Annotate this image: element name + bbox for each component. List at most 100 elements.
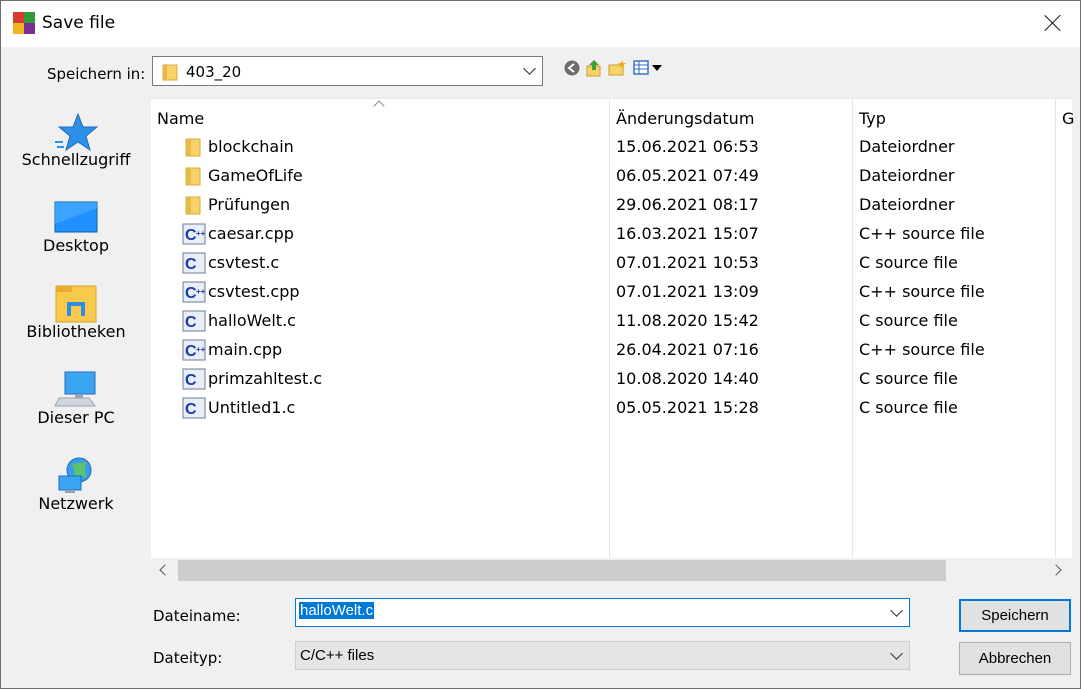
file-type: Dateiordner — [859, 137, 955, 156]
file-type: C++ source file — [859, 340, 985, 359]
network-icon — [58, 457, 92, 493]
cpp-file-icon: C ++ — [182, 339, 206, 361]
file-date: 05.05.2021 15:28 — [616, 398, 759, 417]
file-type: C source file — [859, 369, 958, 388]
star-icon — [55, 112, 99, 152]
svg-text:++: ++ — [196, 345, 206, 354]
place-network[interactable]: Netzwerk — [1, 442, 151, 524]
file-row[interactable]: C Untitled1.c 05.05.2021 15:28 C source fil… — [151, 395, 1072, 424]
file-date: 16.03.2021 15:07 — [616, 224, 759, 243]
horizontal-scrollbar[interactable] — [151, 558, 1072, 583]
filetype-value: C/C++ files — [300, 647, 375, 664]
file-date: 10.08.2020 14:40 — [616, 369, 759, 388]
file-row[interactable]: Ccsvtest.c 07.01.2021 10:53 C source file — [151, 250, 1072, 279]
filetype-select[interactable]: C/C++ files — [295, 641, 910, 670]
save-button[interactable]: Speichern — [959, 599, 1071, 632]
place-label: Schnellzugriff — [21, 150, 131, 169]
file-date: 06.05.2021 07:49 — [616, 166, 759, 185]
folder-icon — [185, 196, 201, 215]
close-icon[interactable] — [1042, 12, 1064, 34]
place-label: Bibliotheken — [26, 322, 126, 341]
scroll-left-icon[interactable] — [159, 564, 171, 576]
file-list: Name Änderungsdatum Typ G blockchain 15.0… — [151, 98, 1074, 559]
new-folder-icon[interactable] — [608, 59, 626, 77]
cpp-file-icon: C ++ — [182, 281, 206, 303]
scrollbar-thumb[interactable] — [178, 560, 946, 581]
column-header-date[interactable]: Änderungsdatum — [616, 109, 754, 128]
column-header-size[interactable]: G — [1062, 109, 1074, 128]
back-icon[interactable] — [563, 59, 581, 77]
file-name: csvtest.cpp — [208, 282, 300, 301]
view-menu-icon[interactable] — [633, 59, 665, 77]
filetype-label: Dateityp: — [153, 649, 223, 667]
filename-input[interactable]: halloWelt.c — [295, 598, 910, 627]
file-type: C source file — [859, 253, 958, 272]
svg-text:++: ++ — [196, 229, 206, 238]
folder-icon — [162, 64, 178, 81]
column-header-name[interactable]: Name — [157, 109, 204, 128]
file-row[interactable]: Cprimzahltest.c 10.08.2020 14:40 C source … — [151, 366, 1072, 395]
file-type: C source file — [859, 311, 958, 330]
file-row[interactable]: Prüfungen 29.06.2021 08:17 Dateiordner — [151, 192, 1072, 221]
file-row[interactable]: C ++ csvtest.cpp 07.01.2021 13:09 C++ source… — [151, 279, 1072, 308]
file-name: GameOfLife — [208, 166, 303, 185]
file-name: blockchain — [208, 137, 294, 156]
file-row[interactable]: GameOfLife 06.05.2021 07:49 Dateiordner — [151, 163, 1072, 192]
file-name: halloWelt.c — [208, 311, 296, 330]
file-date: 07.01.2021 10:53 — [616, 253, 759, 272]
scroll-right-icon[interactable] — [1050, 564, 1062, 576]
filename-label: Dateiname: — [153, 607, 241, 625]
file-type: Dateiordner — [859, 195, 955, 214]
sort-ascending-icon — [373, 100, 385, 112]
svg-text:C: C — [185, 401, 197, 418]
save-file-dialog: Save file Speichern in: 403_20 Schnellzu… — [0, 0, 1081, 689]
file-type: C source file — [859, 398, 958, 417]
file-row[interactable]: C ++ caesar.cpp 16.03.2021 15:07 C++ source … — [151, 221, 1072, 250]
svg-text:C: C — [185, 372, 197, 389]
place-desktop[interactable]: Desktop — [1, 184, 151, 266]
filename-value: halloWelt.c — [299, 602, 375, 619]
place-libraries[interactable]: Bibliotheken — [1, 270, 151, 352]
file-name: caesar.cpp — [208, 224, 294, 243]
place-label: Desktop — [43, 236, 109, 255]
folder-icon — [185, 138, 201, 157]
file-name: Untitled1.c — [208, 398, 296, 417]
file-name: Prüfungen — [208, 195, 291, 214]
file-date: 26.04.2021 07:16 — [616, 340, 759, 359]
file-date: 15.06.2021 06:53 — [616, 137, 759, 156]
file-name: csvtest.c — [208, 253, 280, 272]
file-type: C++ source file — [859, 224, 985, 243]
look-in-value: 403_20 — [186, 63, 242, 81]
place-quick-access[interactable]: Schnellzugriff — [1, 98, 151, 180]
c-file-icon: C — [182, 252, 206, 274]
folder-icon — [185, 167, 201, 186]
column-header-type[interactable]: Typ — [859, 109, 886, 128]
file-date: 29.06.2021 08:17 — [616, 195, 759, 214]
file-date: 11.08.2020 15:42 — [616, 311, 759, 330]
look-in-combobox[interactable]: 403_20 — [152, 56, 543, 86]
file-row[interactable]: ChalloWelt.c 11.08.2020 15:42 C source fil… — [151, 308, 1072, 337]
c-file-icon: C — [182, 310, 206, 332]
cancel-button[interactable]: Abbrechen — [959, 642, 1071, 675]
chevron-down-icon[interactable] — [890, 647, 903, 660]
place-label: Netzwerk — [38, 494, 114, 513]
file-row[interactable]: C ++ main.cpp 26.04.2021 07:16 C++ source fi… — [151, 337, 1072, 366]
chevron-down-icon[interactable] — [890, 604, 903, 617]
file-type: C++ source file — [859, 282, 985, 301]
chevron-down-icon[interactable] — [523, 62, 536, 75]
look-in-label: Speichern in: — [47, 65, 146, 83]
file-name: main.cpp — [208, 340, 283, 359]
cpp-file-icon: C ++ — [182, 223, 206, 245]
svg-text:C: C — [185, 256, 197, 273]
library-icon — [55, 285, 97, 323]
c-file-icon: C — [182, 368, 206, 390]
file-row[interactable]: blockchain 15.06.2021 06:53 Dateiordner — [151, 134, 1072, 163]
title-bar: Save file — [1, 1, 1080, 47]
up-folder-icon[interactable] — [585, 59, 603, 77]
file-date: 07.01.2021 13:09 — [616, 282, 759, 301]
place-this-pc[interactable]: Dieser PC — [1, 356, 151, 438]
place-label: Dieser PC — [37, 408, 115, 427]
desktop-icon — [54, 201, 98, 233]
window-title: Save file — [42, 13, 116, 33]
app-icon — [13, 12, 35, 34]
